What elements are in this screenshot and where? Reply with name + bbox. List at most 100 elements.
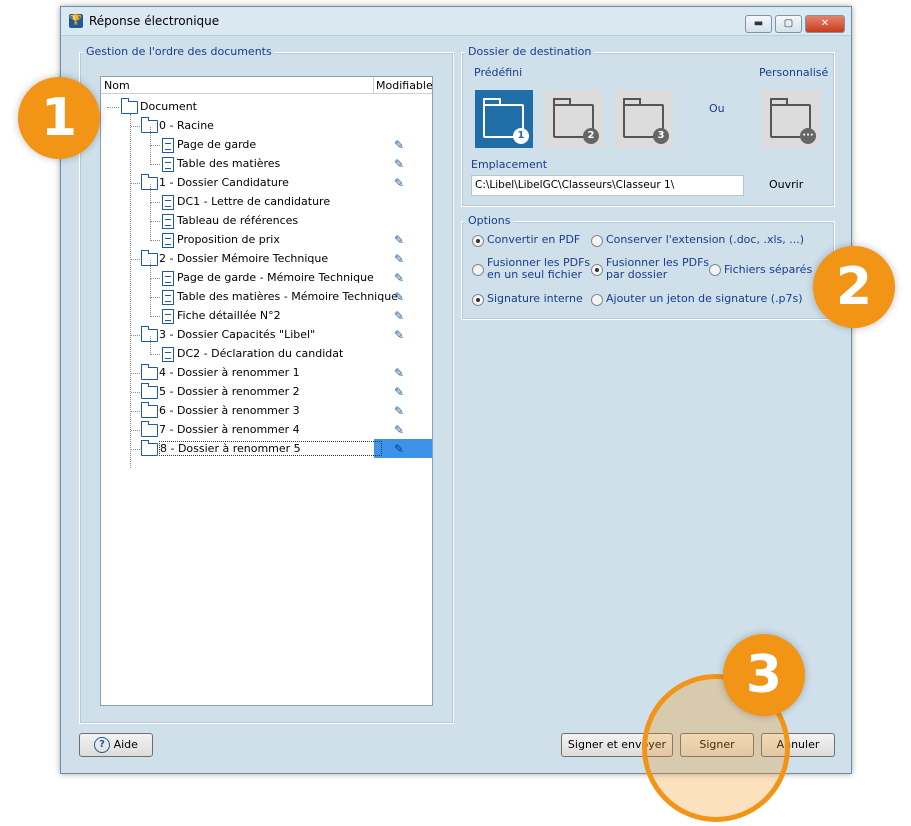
document-icon xyxy=(162,214,174,229)
open-button[interactable]: Ouvrir xyxy=(769,178,803,191)
tree-item-label: 5 - Dossier à renommer 2 xyxy=(159,385,300,398)
pencil-icon[interactable]: ✎ xyxy=(394,385,404,399)
tree-folder-row[interactable]: 6 - Dossier à renommer 3 ✎ xyxy=(101,401,432,420)
document-icon xyxy=(162,195,174,210)
folder-icon xyxy=(141,421,158,437)
tree-document-row[interactable]: DC2 - Déclaration du candidat xyxy=(101,336,432,363)
pencil-icon[interactable]: ✎ xyxy=(394,138,404,152)
help-button[interactable]: ? Aide xyxy=(79,733,153,757)
document-icon xyxy=(162,138,174,153)
trophy-icon: 🏆 xyxy=(69,14,83,28)
pencil-icon[interactable]: ✎ xyxy=(394,271,404,285)
document-icon xyxy=(162,309,174,324)
tree-item-label: DC1 - Lettre de candidature xyxy=(177,195,331,208)
document-icon xyxy=(162,290,174,305)
predefined-label: Prédéfini xyxy=(474,66,523,79)
pencil-icon[interactable]: ✎ xyxy=(394,176,404,190)
callout-3: 3 xyxy=(723,634,805,716)
tree-item-label: Table des matières - Mémoire Technique xyxy=(177,290,398,303)
pencil-icon[interactable]: ✎ xyxy=(394,404,404,418)
document-tree[interactable]: Nom Modifiable Document 0 - Racine Page d… xyxy=(100,76,433,706)
tree-item-label: Proposition de prix xyxy=(177,233,280,246)
convert-pdf-radio[interactable] xyxy=(472,235,484,247)
maximize-button[interactable]: ▢ xyxy=(775,15,802,33)
tree-folder-row[interactable]: 5 - Dossier à renommer 2 ✎ xyxy=(101,382,432,401)
help-icon: ? xyxy=(94,737,111,753)
tree-item-label: Table des matières xyxy=(177,157,281,170)
callout-2: 2 xyxy=(813,246,895,328)
or-label: Ou xyxy=(709,102,725,115)
folder-icon xyxy=(141,440,158,456)
location-input[interactable]: C:\Libel\LibelGC\Classeurs\Classeur 1\ xyxy=(471,175,744,196)
keep-extension-label[interactable]: Conserver l'extension (.doc, .xls, ...) xyxy=(606,233,804,246)
predefined-folder-2[interactable]: 2 xyxy=(545,90,603,148)
keep-extension-radio[interactable] xyxy=(591,235,603,247)
merge-single-radio[interactable] xyxy=(472,264,484,276)
tree-item-label: 2 - Dossier Mémoire Technique xyxy=(159,252,329,265)
tree-document-row[interactable]: Proposition de prix ✎ xyxy=(101,222,432,249)
title-bar: 🏆 Réponse électronique ▬ ▢ ✕ xyxy=(61,7,851,36)
tree-root-label: Document xyxy=(140,100,197,113)
document-icon xyxy=(162,271,174,286)
callout-1: 1 xyxy=(18,77,100,159)
signature-token-radio[interactable] xyxy=(591,294,603,306)
separate-files-label[interactable]: Fichiers séparés xyxy=(724,263,812,276)
pencil-icon[interactable]: ✎ xyxy=(394,328,404,342)
options-label: Options xyxy=(465,214,514,227)
tree-item-label: DC2 - Déclaration du candidat xyxy=(177,347,344,360)
documents-order-label: Gestion de l'ordre des documents xyxy=(83,45,275,58)
custom-folder-button[interactable]: ··· xyxy=(762,90,820,148)
tree-root-row[interactable]: Document xyxy=(101,97,432,116)
tree-item-label: 8 - Dossier à renommer 5 xyxy=(159,441,382,456)
merge-folder-label[interactable]: Fusionner les PDFs par dossier xyxy=(606,257,709,281)
folder-icon xyxy=(121,98,138,114)
pencil-icon[interactable]: ✎ xyxy=(394,442,404,456)
internal-signature-radio[interactable] xyxy=(472,294,484,306)
pencil-icon[interactable]: ✎ xyxy=(394,290,404,304)
pencil-icon[interactable]: ✎ xyxy=(394,157,404,171)
merge-single-label[interactable]: Fusionner les PDFs en un seul fichier xyxy=(487,257,590,281)
tree-item-label: 1 - Dossier Candidature xyxy=(159,176,289,189)
document-icon xyxy=(162,233,174,248)
tree-header: Nom Modifiable xyxy=(101,77,433,94)
close-button[interactable]: ✕ xyxy=(805,15,845,33)
tree-folder-row[interactable]: 4 - Dossier à renommer 1 ✎ xyxy=(101,363,432,382)
pencil-icon[interactable]: ✎ xyxy=(394,252,404,266)
pencil-icon[interactable]: ✎ xyxy=(394,309,404,323)
signature-token-label[interactable]: Ajouter un jeton de signature (.p7s) xyxy=(606,292,803,305)
document-icon xyxy=(162,347,174,362)
predefined-folder-3[interactable]: 3 xyxy=(615,90,673,148)
tree-item-label: Page de garde - Mémoire Technique xyxy=(177,271,374,284)
pencil-icon[interactable]: ✎ xyxy=(394,366,404,380)
tree-item-label: Page de garde xyxy=(177,138,257,151)
tree-folder-row[interactable]: 8 - Dossier à renommer 5 ✎ xyxy=(101,439,432,458)
pencil-icon[interactable]: ✎ xyxy=(394,233,404,247)
tree-document-row[interactable]: Table des matières ✎ xyxy=(101,146,432,173)
folder-icon xyxy=(141,364,158,380)
custom-label: Personnalisé xyxy=(759,66,829,79)
convert-pdf-label[interactable]: Convertir en PDF xyxy=(487,233,580,246)
folder-icon xyxy=(141,402,158,418)
tree-item-label: Fiche détaillée N°2 xyxy=(177,309,281,322)
tree-item-label: 6 - Dossier à renommer 3 xyxy=(159,404,300,417)
predefined-folder-1[interactable]: 1 xyxy=(475,90,533,148)
column-header-modifiable[interactable]: Modifiable xyxy=(376,79,433,92)
separate-files-radio[interactable] xyxy=(709,264,721,276)
pencil-icon[interactable]: ✎ xyxy=(394,423,404,437)
tree-folder-row[interactable]: 7 - Dossier à renommer 4 ✎ xyxy=(101,420,432,439)
column-header-name[interactable]: Nom xyxy=(104,79,130,92)
location-label: Emplacement xyxy=(471,158,548,171)
merge-folder-radio[interactable] xyxy=(591,264,603,276)
tree-item-label: 4 - Dossier à renommer 1 xyxy=(159,366,300,379)
tree-item-label: 7 - Dossier à renommer 4 xyxy=(159,423,300,436)
folder-icon xyxy=(141,383,158,399)
document-icon xyxy=(162,157,174,172)
column-separator[interactable] xyxy=(373,77,374,93)
tree-item-label: 3 - Dossier Capacités "Libel" xyxy=(159,328,316,341)
internal-signature-label[interactable]: Signature interne xyxy=(487,292,583,305)
destination-label: Dossier de destination xyxy=(465,45,595,58)
tree-item-label: Tableau de références xyxy=(177,214,299,227)
tree-item-label: 0 - Racine xyxy=(159,119,214,132)
tree-document-row[interactable]: Fiche détaillée N°2 ✎ xyxy=(101,298,432,325)
minimize-button[interactable]: ▬ xyxy=(745,15,772,33)
